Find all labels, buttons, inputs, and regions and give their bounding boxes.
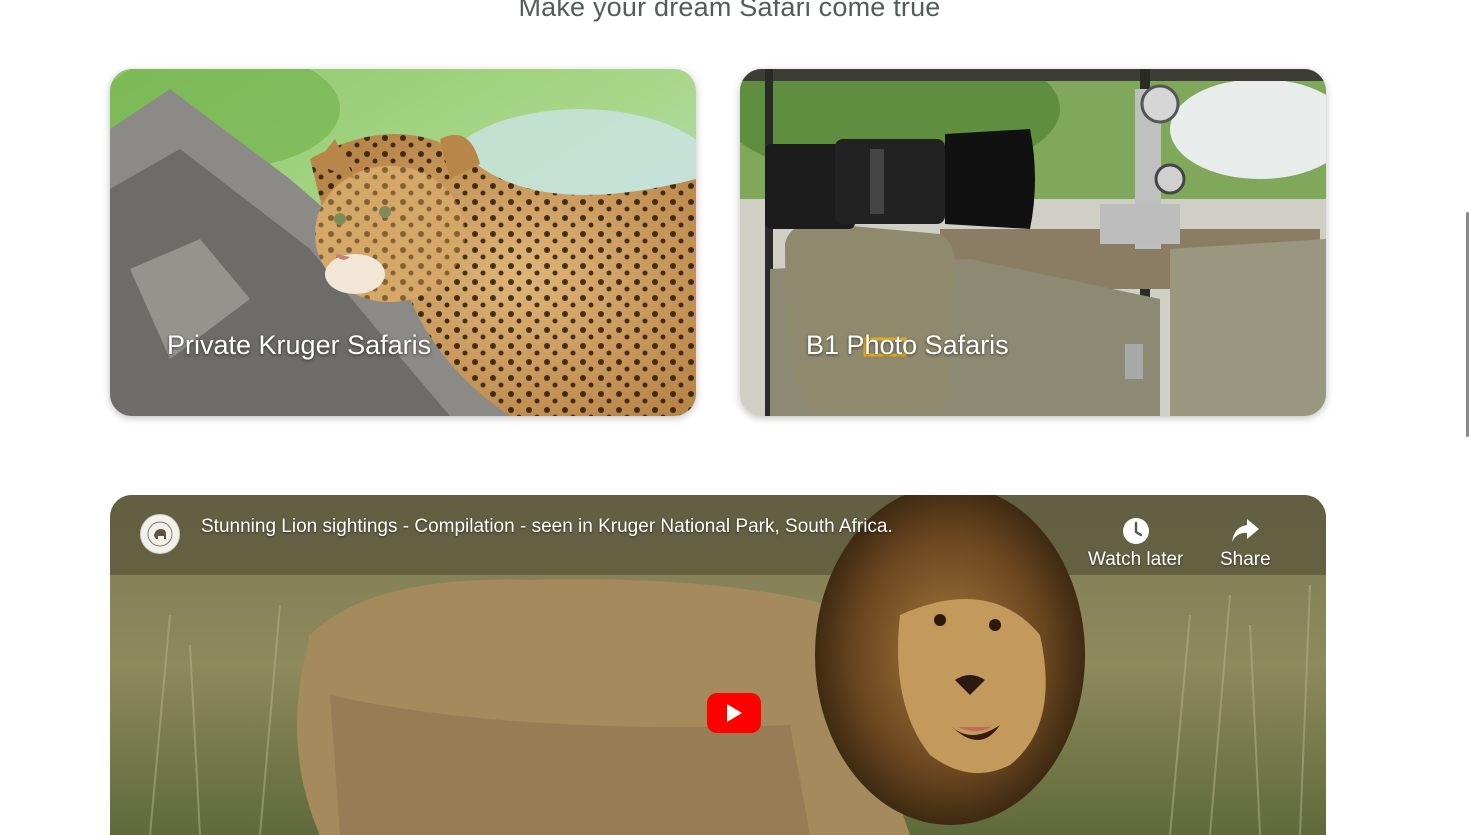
play-button[interactable] xyxy=(707,693,761,733)
video-title[interactable]: Stunning Lion sightings - Compilation - … xyxy=(201,516,893,538)
video-player[interactable]: Stunning Lion sightings - Compilation - … xyxy=(110,495,1326,835)
safari-camera-image xyxy=(740,69,1326,416)
clock-icon xyxy=(1122,518,1149,544)
section-heading: Make your dream Safari come true xyxy=(518,0,941,22)
leopard-image xyxy=(110,69,696,416)
share-label: Share xyxy=(1220,549,1271,570)
elephant-logo-icon xyxy=(147,521,173,547)
card-private-kruger-safaris[interactable]: Private Kruger Safaris xyxy=(110,69,696,416)
channel-avatar[interactable] xyxy=(140,514,180,554)
watch-later-label: Watch later xyxy=(1088,549,1184,570)
card-b1-photo-safaris[interactable]: B1 Photo Safaris xyxy=(740,69,1326,416)
play-icon xyxy=(727,704,742,722)
card-label: Private Kruger Safaris xyxy=(167,330,432,360)
watch-later-button[interactable]: Watch later xyxy=(1088,513,1183,571)
share-button[interactable]: Share xyxy=(1220,513,1271,571)
share-arrow-icon xyxy=(1232,519,1260,542)
card-label: B1 Photo Safaris xyxy=(806,330,1009,360)
